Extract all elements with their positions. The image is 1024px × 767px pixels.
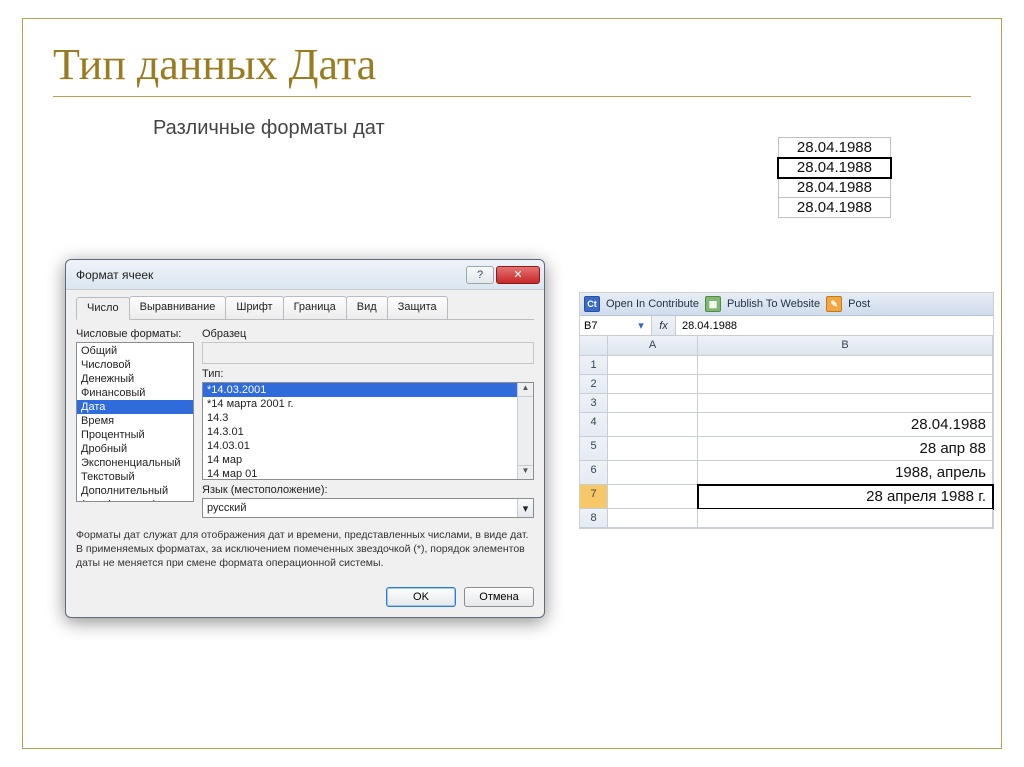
category-item[interactable]: Экспоненциальный [77,456,193,470]
ok-button[interactable]: OK [386,587,456,607]
row-header[interactable]: 3 [580,394,608,413]
formula-bar[interactable]: 28.04.1988 [676,316,993,335]
category-item[interactable]: Финансовый [77,386,193,400]
dialog-title: Формат ячеек [76,268,153,282]
cell[interactable]: 1988, апрель [698,461,993,485]
category-item-selected[interactable]: Дата [77,400,193,414]
spreadsheet-view: Ct Open In Contribute ▦ Publish To Websi… [579,292,994,529]
tab-alignment[interactable]: Выравнивание [129,296,227,319]
close-button[interactable]: ✕ [496,266,540,284]
fx-icon[interactable]: fx [652,316,676,335]
mini-cell[interactable]: 28.04.1988 [778,178,890,198]
type-listbox[interactable]: *14.03.2001 *14 марта 2001 г. 14.3 14.3.… [202,382,534,480]
category-item[interactable]: Текстовый [77,470,193,484]
type-item[interactable]: 14 мар [203,453,533,467]
sheet-grid: A B 1 2 3 4 28.04.1988 5 28 апр 88 6 198… [580,336,993,528]
row-header[interactable]: 6 [580,461,608,485]
select-all-corner[interactable] [580,336,608,356]
category-item[interactable]: (все форматы) [77,498,193,502]
sample-label: Образец [202,328,534,340]
type-label: Тип: [202,368,534,380]
excel-toolbar: Ct Open In Contribute ▦ Publish To Websi… [580,293,993,316]
cancel-button[interactable]: Отмена [464,587,534,607]
row-header[interactable]: 5 [580,437,608,461]
slide-title: Тип данных Дата [53,39,971,90]
row-header-selected[interactable]: 7 [580,485,608,509]
cell[interactable] [608,509,698,528]
cell-selected[interactable]: 28 апреля 1988 г. [698,485,993,509]
cell[interactable] [698,509,993,528]
cell[interactable] [608,437,698,461]
type-item-selected[interactable]: *14.03.2001 [203,383,533,397]
mini-cell[interactable]: 28.04.1988 [778,138,890,158]
category-item[interactable]: Дополнительный [77,484,193,498]
cell[interactable] [608,413,698,437]
type-item[interactable]: 14 мар 01 [203,467,533,480]
locale-combo[interactable]: русский ▾ [202,498,534,518]
cell[interactable] [608,375,698,394]
chevron-down-icon[interactable]: ▾ [517,499,533,517]
scroll-down-icon[interactable]: ▼ [518,465,533,479]
contribute-icon[interactable]: Ct [584,296,600,312]
sample-box [202,342,534,364]
cell[interactable] [698,394,993,413]
type-scrollbar[interactable]: ▲ ▼ [517,383,533,479]
mini-date-table: 28.04.1988 28.04.1988 28.04.1988 28.04.1… [778,137,891,218]
category-item[interactable]: Денежный [77,372,193,386]
type-item[interactable]: 14.3.01 [203,425,533,439]
cell[interactable] [698,375,993,394]
name-box[interactable]: B7 ▾ [580,316,652,335]
cell[interactable]: 28 апр 88 [698,437,993,461]
toolbar-open-contribute[interactable]: Open In Contribute [606,298,699,310]
post-icon[interactable]: ✎ [826,296,842,312]
col-header-b[interactable]: B [698,336,993,356]
chevron-down-icon[interactable]: ▾ [635,319,647,332]
row-header[interactable]: 1 [580,356,608,375]
locale-label: Язык (местоположение): [202,484,534,496]
cell[interactable] [608,461,698,485]
category-listbox[interactable]: Общий Числовой Денежный Финансовый Дата … [76,342,194,502]
category-item[interactable]: Время [77,414,193,428]
scroll-up-icon[interactable]: ▲ [518,383,533,397]
category-item[interactable]: Дробный [77,442,193,456]
tab-number[interactable]: Число [76,297,130,320]
category-item[interactable]: Числовой [77,358,193,372]
tab-fill[interactable]: Вид [346,296,388,319]
publish-icon[interactable]: ▦ [705,296,721,312]
name-box-value: B7 [584,320,597,332]
format-cells-dialog: Формат ячеек ? ✕ Число Выравнивание Шриф… [65,259,545,618]
dialog-help-text: Форматы дат служат для отображения дат и… [76,528,534,571]
cell[interactable] [698,356,993,375]
help-button[interactable]: ? [466,266,494,284]
category-item[interactable]: Процентный [77,428,193,442]
row-header[interactable]: 8 [580,509,608,528]
locale-value: русский [203,502,517,514]
toolbar-publish[interactable]: Publish To Website [727,298,820,310]
cell[interactable] [608,394,698,413]
cell[interactable]: 28.04.1988 [698,413,993,437]
type-item[interactable]: *14 марта 2001 г. [203,397,533,411]
cell[interactable] [608,356,698,375]
cell[interactable] [608,485,698,509]
type-item[interactable]: 14.03.01 [203,439,533,453]
col-header-a[interactable]: A [608,336,698,356]
category-item[interactable]: Общий [77,344,193,358]
toolbar-post[interactable]: Post [848,298,870,310]
categories-label: Числовые форматы: [76,328,194,340]
mini-cell-selected[interactable]: 28.04.1988 [778,158,890,178]
row-header[interactable]: 4 [580,413,608,437]
mini-cell[interactable]: 28.04.1988 [778,198,890,218]
row-header[interactable]: 2 [580,375,608,394]
title-underline [53,96,971,97]
dialog-tabs: Число Выравнивание Шрифт Граница Вид Защ… [76,296,534,320]
tab-border[interactable]: Граница [283,296,347,319]
tab-protection[interactable]: Защита [387,296,448,319]
tab-font[interactable]: Шрифт [225,296,283,319]
type-item[interactable]: 14.3 [203,411,533,425]
